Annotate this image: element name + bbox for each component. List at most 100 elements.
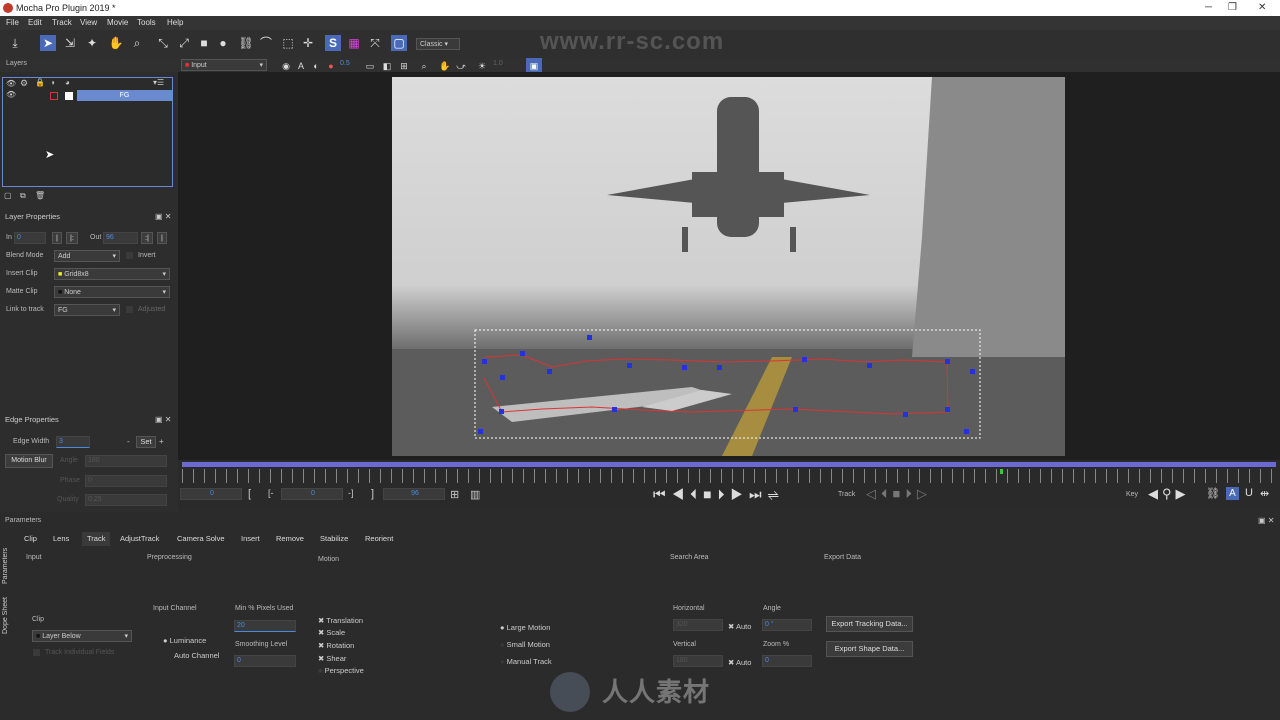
blend-mode-select[interactable]: Add ▾	[54, 250, 120, 262]
overlay-opacity[interactable]: 0.5	[340, 60, 350, 67]
move-icon[interactable]: ✛	[300, 35, 316, 51]
manual-track-radio[interactable]: ● Manual Track	[500, 657, 552, 666]
tab-insert[interactable]: Insert	[236, 532, 265, 546]
invert-checkbox[interactable]	[126, 252, 133, 259]
circle-tool-icon[interactable]: ●	[215, 35, 231, 51]
layer-color-icon[interactable]	[50, 92, 58, 100]
layer-matte-icon[interactable]	[65, 92, 73, 100]
perspective-checkbox[interactable]: ■ Perspective	[318, 666, 364, 675]
track-fields-checkbox[interactable]	[33, 649, 40, 656]
side-tab-dope-sheet[interactable]: Dope Sheet	[2, 590, 14, 634]
adjusted-checkbox[interactable]	[126, 306, 133, 313]
edge-width-increase[interactable]: +	[159, 437, 164, 446]
tab-clip[interactable]: Clip	[19, 532, 42, 546]
layer-name[interactable]: FG	[77, 90, 172, 101]
min-pixels-field[interactable]: 20	[234, 620, 296, 632]
blur-angle-field[interactable]: 180	[85, 455, 167, 467]
edge-width-field[interactable]: 3	[56, 436, 90, 448]
add-layer-icon[interactable]: ▢	[4, 191, 12, 200]
out-field[interactable]: 96	[103, 232, 138, 244]
translation-checkbox[interactable]: ✖ Translation	[318, 616, 363, 625]
delete-key-icon[interactable]: ⇹	[1260, 487, 1269, 500]
tab-stabilize[interactable]: Stabilize	[315, 532, 353, 546]
horizontal-auto-checkbox[interactable]: ✖ Auto	[728, 622, 751, 631]
horizontal-field[interactable]: 320	[673, 619, 723, 631]
export-shape-button[interactable]: Export Shape Data...	[826, 641, 913, 657]
insert-clip-select[interactable]: ■ Grid8x8 ▾	[54, 268, 170, 280]
menu-movie[interactable]: Movie	[107, 18, 128, 27]
side-tab-parameters[interactable]: Parameters	[2, 540, 14, 584]
matte-clip-select[interactable]: ■ None ▾	[54, 286, 170, 298]
small-motion-radio[interactable]: ● Small Motion	[500, 640, 550, 649]
planar-icon[interactable]: ▢	[391, 35, 407, 51]
pan-hand-icon[interactable]: ✋	[108, 35, 124, 51]
layer-menu-icon[interactable]: ▾☰	[153, 78, 164, 87]
link-icon[interactable]: ⛓	[238, 35, 254, 51]
edge-set-button[interactable]: Set	[136, 436, 156, 448]
scale-checkbox[interactable]: ✖ Scale	[318, 628, 345, 637]
float-edge-panel-icon[interactable]: ▣ ✕	[155, 415, 171, 424]
menu-track[interactable]: Track	[52, 18, 72, 27]
luminance-radio[interactable]: ● Luminance	[163, 636, 206, 645]
in-point-field[interactable]: 0	[281, 488, 343, 500]
grid-icon[interactable]: ▦	[346, 35, 362, 51]
mode-select[interactable]: Classic ▾	[416, 38, 460, 50]
trash-range-icon[interactable]: ▥	[470, 488, 480, 501]
unlock-key-icon[interactable]: U	[1245, 487, 1253, 499]
surface-icon[interactable]: S	[325, 35, 341, 51]
menu-file[interactable]: File	[6, 18, 19, 27]
matte-color-icon[interactable]: ◑	[50, 78, 55, 87]
menu-tools[interactable]: Tools	[137, 18, 156, 27]
set-in-icon[interactable]: [	[248, 488, 251, 500]
export-tracking-button[interactable]: Export Tracking Data...	[826, 616, 913, 632]
rect-tool-icon[interactable]: ■	[196, 35, 212, 51]
set-out-icon[interactable]: ]	[371, 488, 374, 500]
fit-icon[interactable]: ⤧	[367, 35, 383, 51]
blur-phase-field[interactable]: 0	[85, 475, 167, 487]
go-in-icon[interactable]: [-	[268, 488, 274, 498]
zoom-icon[interactable]: ⌕	[129, 35, 145, 51]
out-point-field[interactable]: 96	[383, 488, 445, 500]
transform-icon[interactable]: ⬚	[280, 35, 296, 51]
input-select[interactable]: ■ Input ▾	[181, 59, 267, 71]
tab-camera-solve[interactable]: Camera Solve	[172, 532, 230, 546]
zoom-value[interactable]: 1.0	[493, 60, 503, 67]
out-go-button[interactable]: |	[157, 232, 167, 244]
float-params-icon[interactable]: ▣ ✕	[1258, 516, 1274, 525]
blur-quality-field[interactable]: 0.25	[85, 494, 167, 506]
tab-reorient[interactable]: Reorient	[360, 532, 398, 546]
delete-layer-icon[interactable]: 🗑	[35, 191, 45, 200]
playback-controls[interactable]: ⏮◀⏴■⏵▶⏭⇌	[653, 486, 785, 503]
vertical-field[interactable]: 180	[673, 655, 723, 667]
timeline-range[interactable]	[182, 462, 1276, 467]
motion-blur-button[interactable]: Motion Blur	[5, 454, 53, 468]
keyframe-all-icon[interactable]: ⛓	[1206, 487, 1220, 500]
bezier-tool-icon[interactable]: ⤢	[176, 35, 192, 51]
tab-track[interactable]: Track	[82, 532, 111, 546]
current-frame-field[interactable]: 0	[180, 488, 242, 500]
viewer[interactable]	[178, 72, 1280, 460]
minimize-button[interactable]: ─	[1205, 2, 1212, 13]
edge-width-decrease[interactable]: -	[127, 437, 130, 446]
lock-icon[interactable]: 🔒	[35, 78, 45, 87]
restore-button[interactable]: ❐	[1228, 2, 1237, 13]
close-button[interactable]: ✕	[1258, 2, 1266, 13]
magnetic-icon[interactable]: ⌒	[258, 35, 274, 51]
smoothing-field[interactable]: 0	[234, 655, 296, 667]
layer-visibility-icon[interactable]: 👁	[6, 90, 16, 99]
go-out-icon[interactable]: -]	[348, 488, 354, 498]
track-controls[interactable]: ◁⏴■⏵▷	[866, 486, 932, 502]
tab-remove[interactable]: Remove	[271, 532, 309, 546]
save-icon[interactable]: ⤓	[7, 35, 23, 51]
timeline-ruler[interactable]	[182, 469, 1276, 483]
menu-edit[interactable]: Edit	[28, 18, 42, 27]
large-motion-radio[interactable]: ● Large Motion	[500, 623, 550, 632]
color-wheel-icon[interactable]: ◕	[65, 78, 70, 87]
menu-view[interactable]: View	[80, 18, 97, 27]
select-tool-icon[interactable]: ➤	[40, 35, 56, 51]
in-go-button[interactable]: |:	[66, 232, 78, 244]
select-points-icon[interactable]: ⇲	[62, 35, 78, 51]
gear-icon[interactable]: ⚙	[20, 78, 28, 89]
visibility-icon[interactable]: 👁	[6, 79, 16, 88]
auto-channel-radio[interactable]: Auto Channel	[174, 651, 219, 660]
